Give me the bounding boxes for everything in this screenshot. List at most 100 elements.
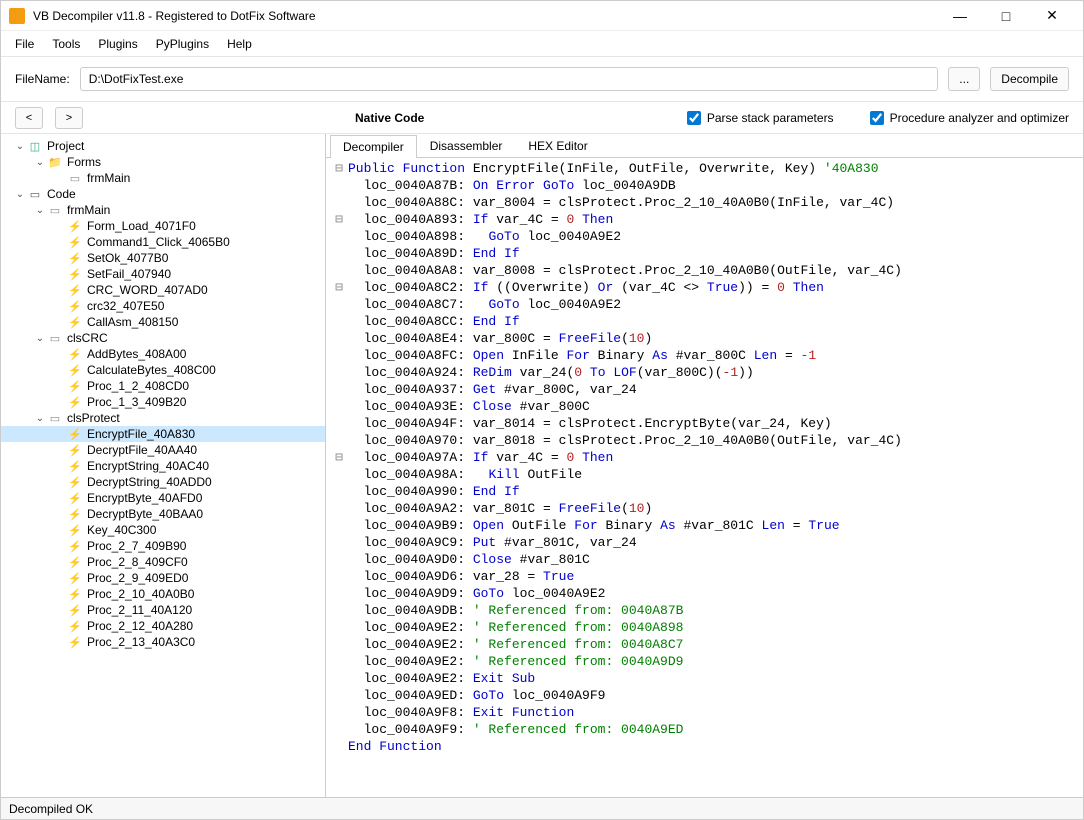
code-tabs: Decompiler Disassembler HEX Editor — [326, 134, 1083, 158]
code-line: loc_0040A9E2: ' Referenced from: 0040A89… — [330, 619, 1079, 636]
code-line: loc_0040A98A: Kill OutFile — [330, 466, 1079, 483]
tree-item[interactable]: ⚡CallAsm_408150 — [1, 314, 325, 330]
chevron-down-icon[interactable]: ⌄ — [13, 189, 27, 200]
browse-button[interactable]: ... — [948, 67, 980, 91]
chevron-down-icon[interactable]: ⌄ — [33, 413, 47, 424]
tree-item[interactable]: ⚡Proc_2_11_40A120 — [1, 602, 325, 618]
proc-analyzer-checkbox[interactable]: Procedure analyzer and optimizer — [870, 111, 1069, 125]
menu-plugins[interactable]: Plugins — [90, 33, 145, 55]
fn-b-icon: ⚡ — [67, 299, 83, 313]
tree-item[interactable]: ⌄▭ clsCRC — [1, 330, 325, 346]
fn-b-icon: ⚡ — [67, 491, 83, 505]
tree-item[interactable]: ⚡Proc_2_9_409ED0 — [1, 570, 325, 586]
tree-item-label: Proc_2_12_40A280 — [87, 619, 193, 633]
fn-b-icon: ⚡ — [67, 475, 83, 489]
parse-stack-input[interactable] — [687, 111, 701, 125]
tree-item[interactable]: ⚡DecryptString_40ADD0 — [1, 474, 325, 490]
tab-hexeditor[interactable]: HEX Editor — [515, 134, 600, 157]
tree-item[interactable]: ⚡Proc_2_8_409CF0 — [1, 554, 325, 570]
tree-item-label: SetFail_407940 — [87, 267, 171, 281]
project-tree[interactable]: ⌄◫Project⌄📁Forms▭frmMain⌄▭Code⌄▭frmMain⚡… — [1, 134, 326, 797]
code-line: loc_0040A898: GoTo loc_0040A9E2 — [330, 228, 1079, 245]
menu-help[interactable]: Help — [219, 33, 260, 55]
tree-item[interactable]: ⚡DecryptByte_40BAA0 — [1, 506, 325, 522]
code-icon: ▭ — [27, 187, 43, 201]
tree-item[interactable]: ⚡Proc_1_3_409B20 — [1, 394, 325, 410]
filename-input[interactable] — [80, 67, 939, 91]
tree-item[interactable]: ⚡Command1_Click_4065B0 — [1, 234, 325, 250]
tree-item[interactable]: ⚡Proc_2_7_409B90 — [1, 538, 325, 554]
parse-stack-checkbox[interactable]: Parse stack parameters — [687, 111, 834, 125]
status-text: Decompiled OK — [9, 802, 93, 816]
code-line: loc_0040A9D6: var_28 = True — [330, 568, 1079, 585]
fold-icon[interactable]: ⊟ — [330, 160, 348, 177]
tree-item[interactable]: ⌄▭frmMain — [1, 202, 325, 218]
tree-item[interactable]: ⚡EncryptString_40AC40 — [1, 458, 325, 474]
tree-item-label: clsProtect — [67, 411, 120, 425]
tree-item[interactable]: ⚡Proc_2_13_40A3C0 — [1, 634, 325, 650]
chevron-down-icon[interactable]: ⌄ — [13, 141, 27, 152]
tree-item-label: CRC_WORD_407AD0 — [87, 283, 208, 297]
titlebar: VB Decompiler v11.8 - Registered to DotF… — [1, 1, 1083, 31]
chevron-down-icon[interactable]: ⌄ — [33, 333, 47, 344]
fn-g-icon: ⚡ — [67, 603, 83, 617]
code-line: End Function — [330, 738, 1079, 755]
nav-back-button[interactable]: < — [15, 107, 43, 129]
tree-item[interactable]: ⚡Proc_2_12_40A280 — [1, 618, 325, 634]
chevron-down-icon[interactable]: ⌄ — [33, 157, 47, 168]
fn-g-icon: ⚡ — [67, 379, 83, 393]
nav-forward-button[interactable]: > — [55, 107, 83, 129]
tree-item[interactable]: ▭frmMain — [1, 170, 325, 186]
menu-pyplugins[interactable]: PyPlugins — [148, 33, 217, 55]
minimize-button[interactable]: — — [937, 1, 983, 31]
tree-item-label: clsCRC — [67, 331, 108, 345]
tree-item[interactable]: ⚡Form_Load_4071F0 — [1, 218, 325, 234]
tree-item[interactable]: ⚡CRC_WORD_407AD0 — [1, 282, 325, 298]
tree-item[interactable]: ⚡EncryptByte_40AFD0 — [1, 490, 325, 506]
code-line: loc_0040A8C7: GoTo loc_0040A9E2 — [330, 296, 1079, 313]
tree-item-label: CallAsm_408150 — [87, 315, 178, 329]
tree-item[interactable]: ⌄▭clsProtect — [1, 410, 325, 426]
tree-item-label: Forms — [67, 155, 101, 169]
tree-item[interactable]: ⌄◫Project — [1, 138, 325, 154]
fold-icon[interactable]: ⊟ — [330, 211, 348, 228]
decompile-button[interactable]: Decompile — [990, 67, 1069, 91]
tab-disassembler[interactable]: Disassembler — [417, 134, 516, 157]
tab-decompiler[interactable]: Decompiler — [330, 135, 417, 158]
tree-item[interactable]: ⌄▭Code — [1, 186, 325, 202]
tree-item[interactable]: ⚡SetOk_4077B0 — [1, 250, 325, 266]
tree-item[interactable]: ⚡ Proc_1_2_408CD0 — [1, 378, 325, 394]
fold-icon[interactable]: ⊟ — [330, 279, 348, 296]
fold-icon[interactable]: ⊟ — [330, 449, 348, 466]
tree-item[interactable]: ⚡CalculateBytes_408C00 — [1, 362, 325, 378]
tree-item[interactable]: ⚡crc32_407E50 — [1, 298, 325, 314]
fn-b-icon: ⚡ — [67, 267, 83, 281]
tree-item[interactable]: ⚡ SetFail_407940 — [1, 266, 325, 282]
tree-item-label: Proc_1_2_408CD0 — [87, 379, 189, 393]
tree-item[interactable]: ⚡EncryptFile_40A830 — [1, 426, 325, 442]
tree-item[interactable]: ⚡DecryptFile_40AA40 — [1, 442, 325, 458]
menu-file[interactable]: File — [7, 33, 42, 55]
form-icon: ▭ — [47, 331, 63, 345]
tree-item[interactable]: ⚡AddBytes_408A00 — [1, 346, 325, 362]
statusbar: Decompiled OK — [1, 797, 1083, 819]
code-view[interactable]: ⊟Public Function EncryptFile(InFile, Out… — [326, 158, 1083, 797]
tree-item-label: Command1_Click_4065B0 — [87, 235, 230, 249]
code-line: loc_0040A9F9: ' Referenced from: 0040A9E… — [330, 721, 1079, 738]
code-line: loc_0040A93E: Close #var_800C — [330, 398, 1079, 415]
fn-b-icon: ⚡ — [67, 523, 83, 537]
code-line: loc_0040A9ED: GoTo loc_0040A9F9 — [330, 687, 1079, 704]
tree-item[interactable]: ⚡Proc_2_10_40A0B0 — [1, 586, 325, 602]
close-button[interactable]: ✕ — [1029, 1, 1075, 31]
maximize-button[interactable]: □ — [983, 1, 1029, 31]
code-line: loc_0040A9E2: ' Referenced from: 0040A8C… — [330, 636, 1079, 653]
proc-analyzer-input[interactable] — [870, 111, 884, 125]
tree-item[interactable]: ⚡Key_40C300 — [1, 522, 325, 538]
tree-item-label: Proc_2_10_40A0B0 — [87, 587, 194, 601]
tree-item[interactable]: ⌄📁Forms — [1, 154, 325, 170]
filename-label: FileName: — [15, 72, 70, 86]
menu-tools[interactable]: Tools — [44, 33, 88, 55]
chevron-down-icon[interactable]: ⌄ — [33, 205, 47, 216]
code-line: loc_0040A990: End If — [330, 483, 1079, 500]
code-line: loc_0040A970: var_8018 = clsProtect.Proc… — [330, 432, 1079, 449]
